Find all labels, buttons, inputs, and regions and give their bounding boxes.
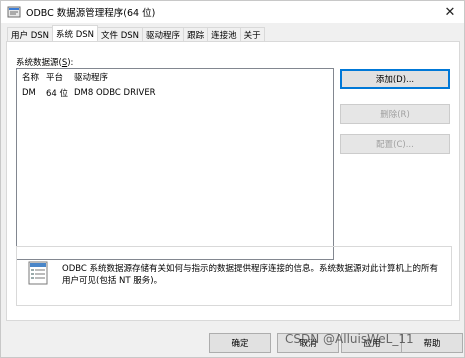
column-header-name[interactable]: 名称 [17,71,46,83]
system-dsn-list[interactable]: 名称 平台 驱动程序 DM 64 位 DM8 ODBC DRIVER [16,68,334,260]
ok-button[interactable]: 确定 [209,333,271,353]
info-description: ODBC 系统数据源存储有关如何与指示的数据提供程序连接的信息。系统数据源对此计… [62,264,439,286]
odbc-app-icon [7,6,21,18]
tab-strip: 用户 DSN 系统 DSN 文件 DSN 驱动程序 跟踪 连接池 关于 [7,25,265,42]
window-title: ODBC 数据源管理程序(64 位) [26,8,156,19]
apply-button[interactable]: 应用 [341,333,403,353]
system-dsn-label: 系统数据源(S): [16,56,73,68]
section-label-prefix: 系统数据源( [16,58,62,68]
tab-about[interactable]: 关于 [239,27,265,41]
help-button[interactable]: 帮助 [401,333,463,353]
column-header-platform[interactable]: 平台 [46,71,74,83]
tab-drivers[interactable]: 驱动程序 [142,27,185,41]
cancel-button[interactable]: 取消 [277,333,339,353]
column-header-driver[interactable]: 驱动程序 [74,71,333,83]
data-source-icon [28,261,48,285]
tab-user-dsn[interactable]: 用户 DSN [7,27,54,41]
info-box: ODBC 系统数据源存储有关如何与指示的数据提供程序连接的信息。系统数据源对此计… [16,246,452,306]
tab-file-dsn[interactable]: 文件 DSN [97,27,144,41]
tab-system-dsn[interactable]: 系统 DSN [52,25,99,41]
odbc-admin-window: ODBC 数据源管理程序(64 位) ✕ 用户 DSN 系统 DSN 文件 DS… [0,0,465,358]
dsn-driver: DM8 ODBC DRIVER [74,88,156,98]
remove-button[interactable]: 删除(R) [340,104,450,124]
list-header: 名称 平台 驱动程序 [17,69,333,85]
add-button[interactable]: 添加(D)... [340,69,450,89]
close-button[interactable]: ✕ [436,1,464,23]
close-icon: ✕ [444,4,456,20]
tab-connection-pooling[interactable]: 连接池 [207,27,241,41]
title-bar: ODBC 数据源管理程序(64 位) ✕ [1,1,464,23]
system-dsn-panel: 系统数据源(S): 名称 平台 驱动程序 DM 64 位 DM8 ODBC DR… [6,41,460,321]
dsn-platform: 64 位 [46,89,69,99]
tab-tracing[interactable]: 跟踪 [183,27,209,41]
dsn-name: DM [22,88,36,98]
list-item[interactable]: DM 64 位 DM8 ODBC DRIVER [17,85,333,101]
configure-button[interactable]: 配置(C)... [340,134,450,154]
section-label-suffix: ): [67,58,74,68]
